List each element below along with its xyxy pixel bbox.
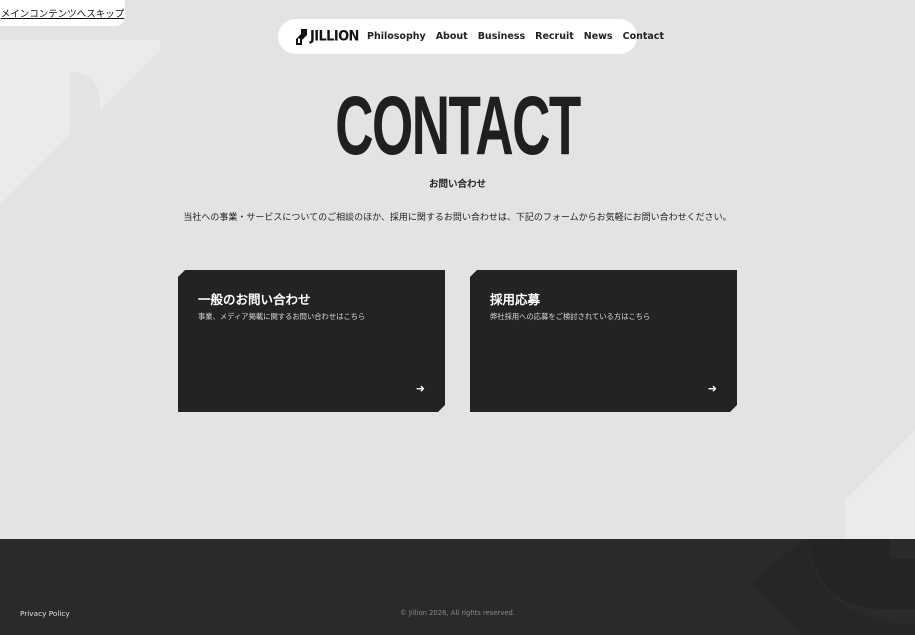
- background-shape-bottom-right: [845, 430, 915, 540]
- page-subtitle: お問い合わせ: [428, 179, 486, 190]
- nav-link-news[interactable]: News: [584, 31, 613, 42]
- logo-mark-icon: [296, 28, 307, 45]
- card-description: 弊社採用への応募をご検討されている方はこちら: [490, 312, 651, 321]
- nav-link-recruit[interactable]: Recruit: [535, 31, 574, 42]
- recruit-application-card[interactable]: 採用応募 弊社採用への応募をご検討されている方はこちら ➜: [470, 270, 737, 412]
- nav-link-philosophy[interactable]: Philosophy: [367, 31, 426, 42]
- intro-text: 当社への事業・サービスについてのご相談のほか、採用に関するお問い合わせは、下記の…: [183, 213, 732, 223]
- nav-link-business[interactable]: Business: [478, 31, 525, 42]
- card-title: 採用応募: [490, 292, 541, 307]
- card-description: 事業、メディア掲載に関するお問い合わせはこちら: [198, 312, 366, 321]
- page-title: CONTACT: [335, 79, 581, 173]
- arrow-right-icon: ➜: [415, 382, 425, 395]
- jillion-logo[interactable]: JILLION: [296, 28, 359, 45]
- nav-link-contact[interactable]: Contact: [623, 31, 664, 42]
- copyright-text: © Jillion 2026, All rights reserved.: [399, 609, 516, 617]
- skip-to-main-link[interactable]: メインコンテンツへスキップ: [0, 0, 125, 26]
- arrow-right-icon: ➜: [707, 382, 717, 395]
- site-footer: Privacy Policy © Jillion 2026, All right…: [0, 539, 915, 635]
- contact-page: メインコンテンツへスキップ JILLION Philosophy About B…: [0, 0, 915, 635]
- card-title: 一般のお問い合わせ: [198, 292, 311, 307]
- header-nav: JILLION Philosophy About Business Recrui…: [278, 19, 664, 54]
- nav-links: Philosophy About Business Recruit News C…: [367, 19, 664, 54]
- logo-text: JILLION: [310, 28, 359, 45]
- nav-link-about[interactable]: About: [436, 31, 468, 42]
- footer-background-shape: [750, 539, 915, 635]
- general-inquiry-card[interactable]: 一般のお問い合わせ 事業、メディア掲載に関するお問い合わせはこちら ➜: [178, 270, 445, 412]
